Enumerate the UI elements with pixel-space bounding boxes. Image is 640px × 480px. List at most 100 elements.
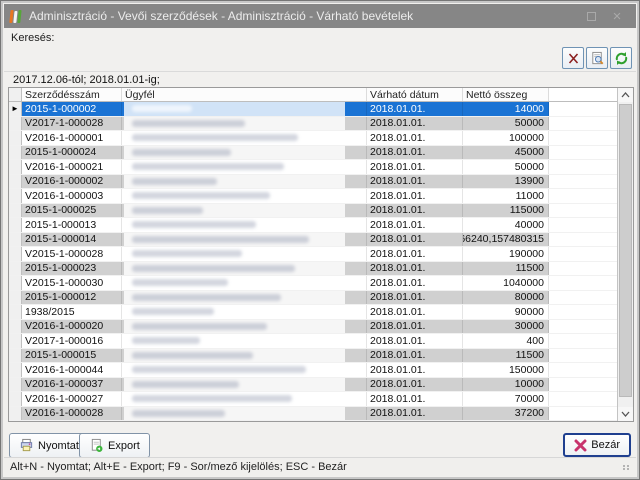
table-row[interactable]: 2015-1-0000152018.01.01.11500 [9, 349, 617, 364]
table-row[interactable]: V2016-1-0000212018.01.01.50000 [9, 160, 617, 175]
date-filter-text: 2017.12.06-tól; 2018.01.01-ig; [13, 74, 160, 86]
refresh-button[interactable] [610, 47, 632, 69]
clear-filter-button[interactable] [562, 47, 584, 69]
net-amount-cell: 50000 [463, 160, 549, 174]
expected-date-cell: 2018.01.01. [367, 320, 463, 334]
vertical-scrollbar[interactable] [617, 88, 633, 421]
row-indicator-cell [9, 247, 22, 261]
customer-cell [122, 218, 367, 232]
redacted-customer-name [124, 160, 345, 174]
table-row[interactable]: 2015-1-0000132018.01.01.40000 [9, 218, 617, 233]
customer-cell [122, 131, 367, 145]
scroll-down-button[interactable] [618, 407, 633, 421]
table-row[interactable]: 2015-1-0000252018.01.01.115000 [9, 204, 617, 219]
table-row[interactable]: V2016-1-0000372018.01.01.10000 [9, 378, 617, 393]
preview-button[interactable] [586, 47, 608, 69]
filler-cell [549, 189, 617, 203]
maximize-button[interactable] [578, 6, 604, 26]
customer-cell [122, 305, 367, 319]
redacted-customer-name [124, 276, 345, 290]
grid-body: ►2015-1-0000022018.01.01.14000V2017-1-00… [9, 102, 617, 421]
contract-number-cell: 2015-1-000023 [22, 262, 122, 276]
filler-cell [549, 204, 617, 218]
redacted-customer-name [124, 247, 345, 261]
resize-grip[interactable] [623, 465, 630, 470]
row-indicator-cell [9, 320, 22, 334]
header-expected-date[interactable]: Várható dátum [367, 88, 463, 101]
table-row[interactable]: V2015-1-0000282018.01.01.190000 [9, 247, 617, 262]
table-row[interactable]: V2015-1-0000302018.01.01.1040000 [9, 276, 617, 291]
table-row[interactable]: ►2015-1-0000022018.01.01.14000 [9, 102, 617, 117]
customer-cell [122, 189, 367, 203]
customer-cell [122, 160, 367, 174]
customer-cell [122, 378, 367, 392]
customer-cell [122, 392, 367, 406]
customer-cell [122, 349, 367, 363]
net-amount-cell: 30000 [463, 320, 549, 334]
table-row[interactable]: V2017-1-0000282018.01.01.50000 [9, 117, 617, 132]
table-row[interactable]: V2016-1-0000282018.01.01.37200 [9, 407, 617, 422]
customer-cell [122, 233, 367, 247]
contract-number-cell: 2015-1-000025 [22, 204, 122, 218]
expected-date-cell: 2018.01.01. [367, 146, 463, 160]
row-indicator-cell [9, 233, 22, 247]
contract-number-cell: V2016-1-000028 [22, 407, 122, 421]
separator [4, 71, 636, 72]
expected-date-cell: 2018.01.01. [367, 392, 463, 406]
table-row[interactable]: V2017-1-0000162018.01.01.400 [9, 334, 617, 349]
filler-cell [549, 146, 617, 160]
close-button[interactable]: Bezár [563, 433, 631, 457]
close-window-button[interactable]: × [604, 6, 630, 26]
status-text: Alt+N - Nyomtat; Alt+E - Export; F9 - So… [10, 461, 347, 473]
redacted-customer-name [124, 189, 345, 203]
net-amount-cell: 90000 [463, 305, 549, 319]
header-contract-number[interactable]: Szerződésszám [22, 88, 122, 101]
table-row[interactable]: 1938/20152018.01.01.90000 [9, 305, 617, 320]
table-row[interactable]: 2015-1-0000142018.01.01.166240,157480315 [9, 233, 617, 248]
scrollbar-track[interactable] [618, 102, 633, 407]
filler-cell [549, 305, 617, 319]
table-row[interactable]: V2016-1-0000022018.01.01.13900 [9, 175, 617, 190]
net-amount-cell: 11500 [463, 349, 549, 363]
row-indicator-cell [9, 204, 22, 218]
row-indicator-cell [9, 407, 22, 421]
customer-cell [122, 102, 367, 116]
app-logo-icon [9, 9, 22, 23]
contract-number-cell: 2015-1-000002 [22, 102, 122, 116]
table-row[interactable]: V2016-1-0000012018.01.01.100000 [9, 131, 617, 146]
contract-number-cell: V2016-1-000001 [22, 131, 122, 145]
row-indicator-cell [9, 262, 22, 276]
filler-cell [549, 334, 617, 348]
close-x-icon [574, 439, 587, 452]
net-amount-cell: 40000 [463, 218, 549, 232]
expected-date-cell: 2018.01.01. [367, 349, 463, 363]
table-row[interactable]: V2016-1-0000202018.01.01.30000 [9, 320, 617, 335]
table-row[interactable]: V2016-1-0000032018.01.01.11000 [9, 189, 617, 204]
customer-cell [122, 276, 367, 290]
scrollbar-thumb[interactable] [619, 104, 632, 397]
redacted-customer-name [124, 117, 345, 131]
status-bar: Alt+N - Nyomtat; Alt+E - Export; F9 - So… [4, 457, 636, 476]
expected-date-cell: 2018.01.01. [367, 407, 463, 421]
customer-cell [122, 204, 367, 218]
expected-date-cell: 2018.01.01. [367, 276, 463, 290]
filler-cell [549, 218, 617, 232]
expected-date-cell: 2018.01.01. [367, 363, 463, 377]
net-amount-cell: 1040000 [463, 276, 549, 290]
expected-date-cell: 2018.01.01. [367, 160, 463, 174]
scroll-up-button[interactable] [618, 88, 633, 102]
table-row[interactable]: 2015-1-0000242018.01.01.45000 [9, 146, 617, 161]
customer-cell [122, 291, 367, 305]
net-amount-cell: 100000 [463, 131, 549, 145]
contract-number-cell: V2016-1-000002 [22, 175, 122, 189]
table-row[interactable]: 2015-1-0000232018.01.01.11500 [9, 262, 617, 277]
header-net-amount[interactable]: Nettó összeg [463, 88, 549, 101]
export-button[interactable]: Export [79, 433, 150, 458]
table-row[interactable]: V2016-1-0000272018.01.01.70000 [9, 392, 617, 407]
table-row[interactable]: 2015-1-0000122018.01.01.80000 [9, 291, 617, 306]
row-indicator-cell [9, 218, 22, 232]
print-button[interactable]: Nyomtat [9, 433, 89, 458]
table-row[interactable]: V2016-1-0000442018.01.01.150000 [9, 363, 617, 378]
header-customer[interactable]: Ügyfél [122, 88, 367, 101]
contract-number-cell: 2015-1-000014 [22, 233, 122, 247]
